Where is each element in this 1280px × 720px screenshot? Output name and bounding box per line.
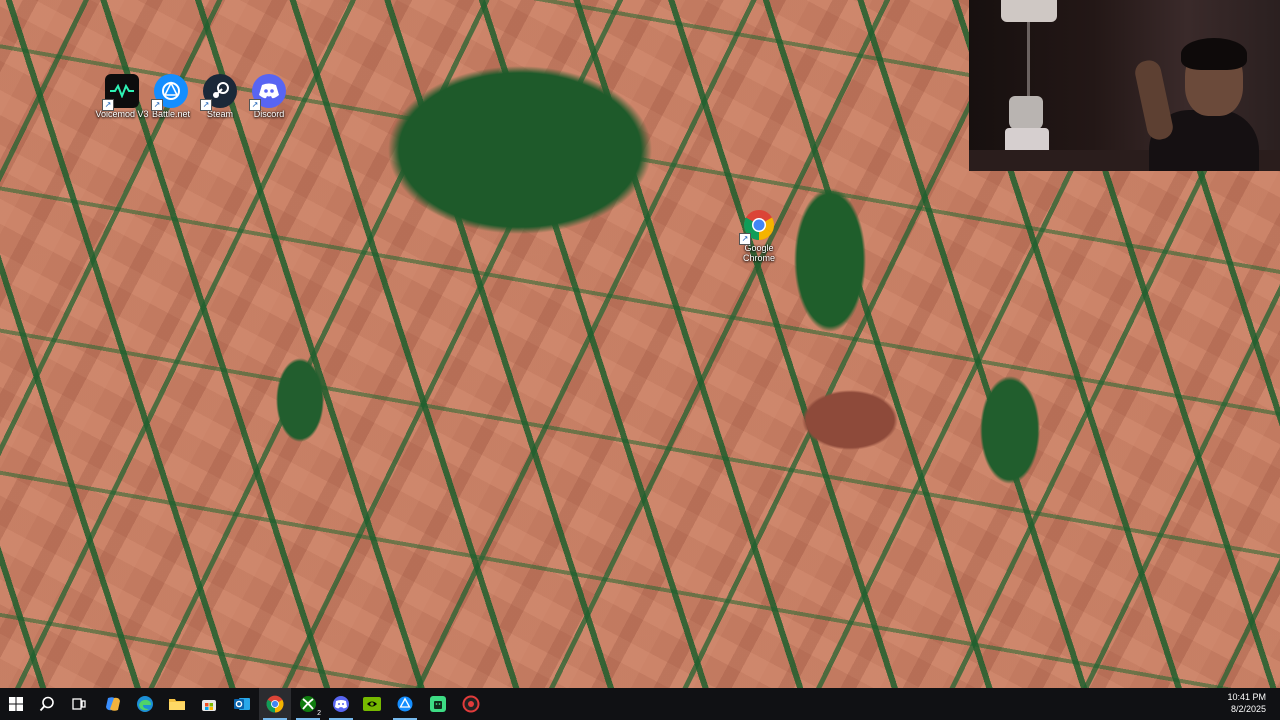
folder-icon bbox=[169, 699, 185, 710]
record-icon bbox=[462, 695, 480, 713]
desktop-icon-discord[interactable]: ↗ Discord bbox=[242, 74, 296, 119]
taskbar-recorder[interactable] bbox=[455, 688, 487, 720]
start-button[interactable] bbox=[0, 688, 32, 720]
store-icon bbox=[202, 700, 216, 711]
desktop-icon-chrome[interactable]: ↗ Google Chrome bbox=[732, 208, 786, 263]
system-clock[interactable]: 10:41 PM 8/2/2025 bbox=[1227, 691, 1266, 715]
copilot-icon bbox=[106, 697, 120, 711]
desktop-icon-voicemod[interactable]: ↗ Voicemod V3 bbox=[95, 74, 149, 119]
taskbar-copilot[interactable] bbox=[97, 688, 129, 720]
xbox-badge: 2 bbox=[317, 710, 321, 717]
battlenet-icon: ↗ bbox=[151, 74, 188, 111]
outlook-icon bbox=[234, 698, 250, 710]
xbox-icon bbox=[300, 696, 316, 712]
desktop-icon-steam[interactable]: ↗ Steam bbox=[193, 74, 247, 119]
taskbar-chrome[interactable] bbox=[259, 688, 291, 720]
task-view-icon bbox=[72, 698, 86, 710]
taskbar-android-app[interactable] bbox=[422, 688, 454, 720]
taskbar-nvidia[interactable] bbox=[356, 688, 388, 720]
kettle bbox=[1009, 96, 1043, 130]
discord-icon bbox=[333, 696, 349, 712]
task-view-button[interactable] bbox=[63, 688, 95, 720]
clock-time: 10:41 PM bbox=[1227, 692, 1266, 702]
desktop-icon-label: Google Chrome bbox=[742, 243, 775, 263]
webcam-overlay bbox=[969, 0, 1280, 171]
taskbar-store[interactable] bbox=[193, 688, 225, 720]
android-icon bbox=[430, 696, 446, 712]
taskbar-discord[interactable] bbox=[325, 688, 357, 720]
lamp-shade bbox=[1001, 0, 1057, 22]
lamp-pole bbox=[1027, 22, 1030, 102]
taskbar-battlenet[interactable] bbox=[389, 688, 421, 720]
search-icon bbox=[39, 696, 54, 712]
steam-icon: ↗ bbox=[200, 74, 237, 111]
taskbar-xbox[interactable]: 2 bbox=[292, 688, 324, 720]
windows-start-icon bbox=[9, 697, 23, 711]
person-hair bbox=[1181, 38, 1247, 70]
desktop-icon-battlenet[interactable]: ↗ Battle.net bbox=[144, 74, 198, 119]
chrome-icon: ↗ bbox=[739, 208, 776, 245]
taskbar-outlook[interactable] bbox=[226, 688, 258, 720]
discord-icon: ↗ bbox=[249, 74, 286, 111]
battlenet-icon bbox=[397, 696, 413, 712]
voicemod-icon: ↗ bbox=[102, 74, 139, 111]
person-arm bbox=[1132, 58, 1176, 142]
chrome-icon bbox=[266, 695, 284, 713]
search-button[interactable] bbox=[31, 688, 63, 720]
clock-date: 8/2/2025 bbox=[1230, 704, 1266, 714]
nvidia-icon bbox=[363, 697, 381, 711]
taskbar-file-explorer[interactable] bbox=[161, 688, 193, 720]
taskbar: 2 10:41 PM 8/2/2025 bbox=[0, 688, 1280, 720]
taskbar-edge[interactable] bbox=[129, 688, 161, 720]
edge-icon bbox=[137, 696, 153, 712]
